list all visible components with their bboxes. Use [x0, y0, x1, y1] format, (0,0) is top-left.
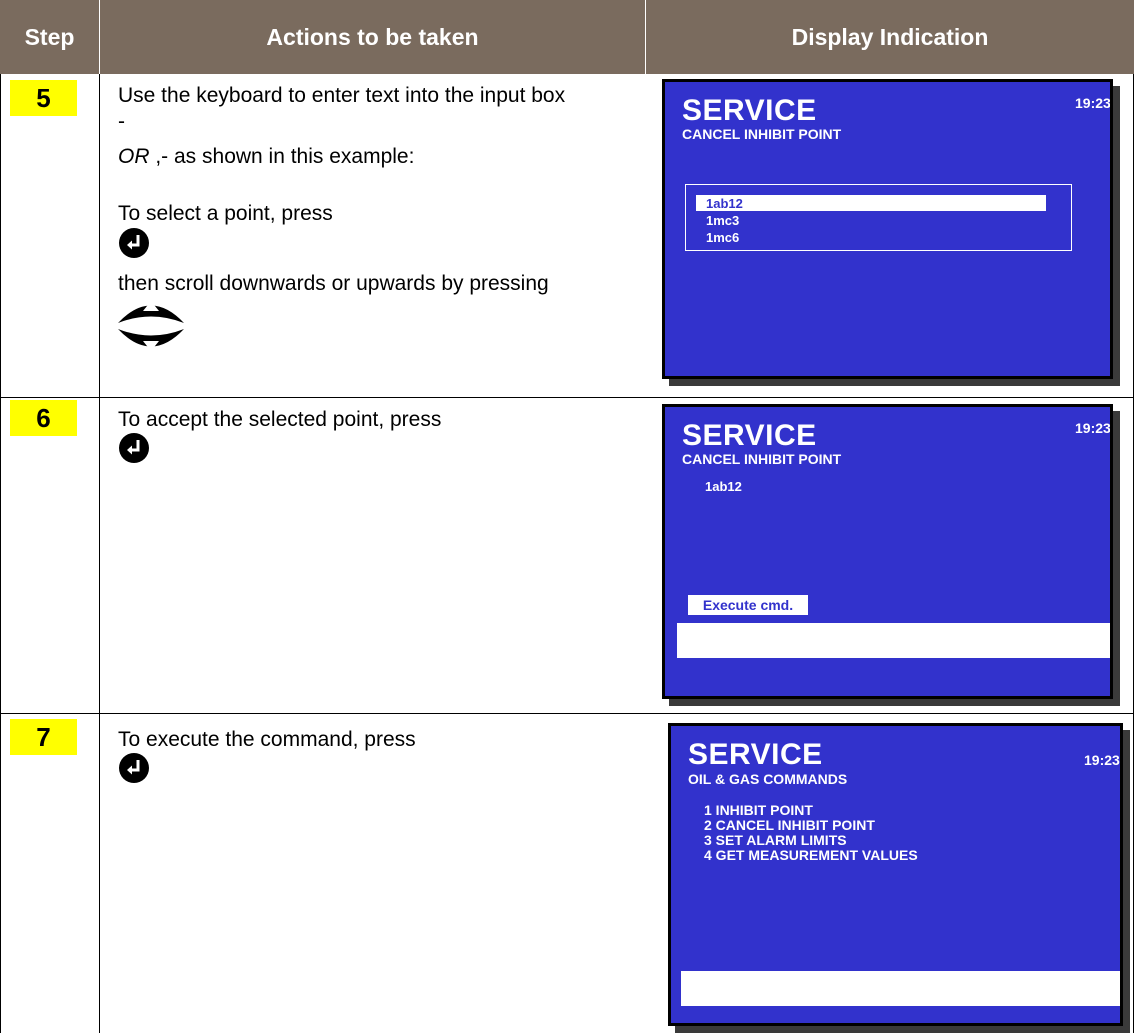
screen-time: 19:23 — [1084, 752, 1120, 768]
grid-line — [99, 74, 100, 1033]
menu-item-cancel-inhibit-point[interactable]: 2 CANCEL INHIBIT POINT — [704, 817, 875, 833]
or-text: OR — [118, 145, 150, 168]
scroll-up-icon — [118, 301, 184, 323]
display-screen: SERVICE 19:23 CANCEL INHIBIT POINT 1ab12… — [662, 79, 1113, 379]
instruction-text: To accept the selected point, press — [118, 408, 442, 431]
step-badge: 7 — [10, 719, 77, 755]
header-step-label: Step — [24, 23, 75, 50]
enter-key-icon — [119, 753, 149, 783]
screen-subtitle: OIL & GAS COMMANDS — [688, 771, 848, 787]
step-badge: 6 — [10, 400, 77, 436]
step-number: 6 — [36, 402, 51, 433]
screen-time: 19:23 — [1075, 420, 1111, 436]
list-item-selected[interactable]: 1ab12 — [706, 196, 743, 211]
display-screen: SERVICE 19:23 OIL & GAS COMMANDS 1 INHIB… — [668, 723, 1123, 1026]
header-display: Display Indication — [646, 0, 1134, 74]
step-number: 7 — [36, 721, 51, 752]
screen-subtitle: CANCEL INHIBIT POINT — [682, 126, 842, 142]
step-badge: 5 — [10, 80, 77, 116]
screen-title: SERVICE — [682, 419, 817, 452]
screen-subtitle: CANCEL INHIBIT POINT — [682, 451, 842, 467]
instruction-text: To select a point, press — [118, 202, 333, 225]
screen-title: SERVICE — [682, 94, 817, 127]
header-display-label: Display Indication — [791, 23, 989, 50]
grid-line — [0, 397, 1134, 398]
instruction-text: - — [118, 110, 125, 133]
instruction-text: To execute the command, press — [118, 728, 416, 751]
input-bar — [681, 971, 1120, 1006]
list-item[interactable]: 1mc3 — [706, 213, 739, 228]
menu-item-inhibit-point[interactable]: 1 INHIBIT POINT — [704, 802, 813, 818]
header-actions: Actions to be taken — [100, 0, 645, 74]
instruction-table: Step Actions to be taken Display Indicat… — [0, 0, 1134, 1033]
scroll-down-icon — [118, 329, 184, 351]
execute-cmd-button[interactable]: Execute cmd. — [688, 595, 808, 615]
menu-item-set-alarm-limits[interactable]: 3 SET ALARM LIMITS — [704, 832, 847, 848]
header-step: Step — [0, 0, 99, 74]
enter-key-icon — [119, 228, 149, 258]
input-bar — [677, 623, 1110, 658]
execute-cmd-label: Execute cmd. — [702, 597, 794, 613]
grid-line — [0, 713, 1134, 714]
grid-line — [0, 74, 1, 1033]
menu-item-get-measurement-values[interactable]: 4 GET MEASUREMENT VALUES — [704, 847, 918, 863]
selected-row-highlight — [696, 195, 1046, 211]
header-actions-label: Actions to be taken — [266, 23, 479, 50]
list-item[interactable]: 1mc6 — [706, 230, 739, 245]
screen-title: SERVICE — [688, 738, 823, 771]
instruction-text: Use the keyboard to enter text into the … — [118, 84, 566, 107]
instruction-text: OR ,- as shown in this example: — [118, 145, 415, 168]
screen-time: 19:23 — [1075, 95, 1111, 111]
step-number: 5 — [36, 82, 51, 113]
instruction-text: then scroll downwards or upwards by pres… — [118, 272, 549, 295]
selected-point-value: 1ab12 — [705, 479, 742, 494]
enter-key-icon — [119, 433, 149, 463]
display-screen: SERVICE 19:23 CANCEL INHIBIT POINT 1ab12… — [662, 404, 1113, 699]
